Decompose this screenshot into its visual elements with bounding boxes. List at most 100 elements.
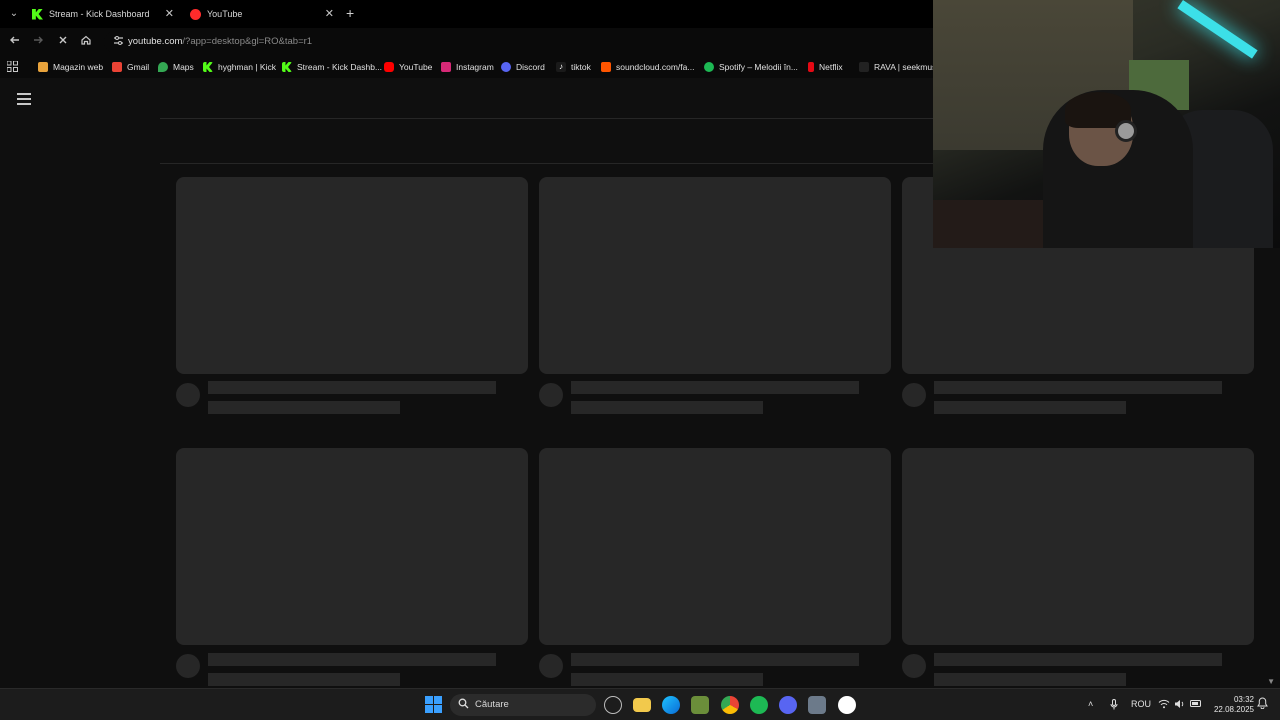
meta-line-skeleton [571,401,763,414]
bookmark-netflix[interactable]: Netflix [808,60,843,74]
windows-start-icon[interactable] [425,696,443,714]
avatar-skeleton [176,654,200,678]
video-thumbnail-skeleton[interactable] [539,177,891,374]
youtube-icon [384,62,394,72]
tab-youtube[interactable]: YouTube ✕ [184,3,338,25]
close-tab-icon[interactable]: ✕ [165,7,174,21]
bookmark-label: Gmail [127,62,150,72]
minecraft-icon[interactable] [691,696,709,714]
language-indicator[interactable]: ROU [1131,699,1151,709]
tab-kick-dashboard[interactable]: Stream - Kick Dashboard ✕ [26,3,178,25]
chrome-icon[interactable] [721,696,739,714]
kick-icon [32,8,43,20]
title-line-skeleton [208,381,496,394]
soundcloud-icon [601,62,611,72]
menu-hamburger-icon[interactable] [17,93,31,105]
notification-bell-icon[interactable] [1257,697,1268,711]
settings-gear-icon[interactable] [808,696,826,714]
netflix-icon [808,62,814,72]
bookmark-label: Netflix [819,62,843,72]
bookmark-kick-dashboard[interactable]: Stream - Kick Dashb... [282,60,382,74]
wifi-icon[interactable] [1158,699,1170,711]
meta-line-skeleton [934,401,1126,414]
rava-icon [859,62,869,72]
bookmark-label: Spotify – Melodii în... [719,62,798,72]
web-store-icon [38,62,48,72]
bookmark-spotify[interactable]: Spotify – Melodii în... [704,60,798,74]
screen: ⌄ Stream - Kick Dashboard ✕ YouTube ✕ + [0,0,1280,720]
bookmark-maps[interactable]: Maps [158,60,194,74]
system-clock[interactable]: 03:32 22.08.2025 [1206,695,1254,715]
gmail-icon [112,62,122,72]
bookmark-soundcloud[interactable]: soundcloud.com/fa... [601,60,694,74]
close-tab-icon[interactable]: ✕ [325,7,334,21]
site-settings-icon[interactable] [111,35,125,49]
app-w-icon[interactable] [838,696,856,714]
title-line-skeleton [208,653,496,666]
bookmark-label: Magazin web [53,62,104,72]
spotify-icon [704,62,714,72]
bookmark-hyghman-kick[interactable]: hyghman | Kick [203,60,276,74]
meta-line-skeleton [208,673,400,686]
title-line-skeleton [571,653,859,666]
volume-icon[interactable] [1174,699,1185,711]
avatar-skeleton [539,654,563,678]
microphone-icon[interactable] [1110,699,1118,712]
close-icon [59,36,67,44]
video-thumbnail-skeleton[interactable] [176,177,528,374]
bookmark-discord[interactable]: Discord [501,60,545,74]
meta-line-skeleton [571,673,763,686]
bookmark-label: Discord [516,62,545,72]
title-line-skeleton [571,381,859,394]
avatar-skeleton [902,654,926,678]
new-tab-button[interactable]: + [346,5,354,21]
edge-icon[interactable] [662,696,680,714]
bookmark-label: Instagram [456,62,494,72]
bookmark-label: soundcloud.com/fa... [616,62,695,72]
meta-line-skeleton [934,673,1126,686]
bookmark-tiktok[interactable]: ♪ tiktok [556,60,591,74]
video-thumbnail-skeleton[interactable] [902,448,1254,645]
home-button[interactable] [78,34,94,50]
kick-icon [203,62,213,72]
tray-overflow-chevron-icon[interactable]: ˄ [1088,699,1093,709]
scroll-down-arrow-icon[interactable]: ▼ [1267,677,1275,686]
video-thumbnail-skeleton[interactable] [176,448,528,645]
address-bar[interactable]: youtube.com/?app=desktop&gl=RO&tab=r1 [104,31,934,53]
bookmark-rava[interactable]: RAVA | seekmusic [859,60,943,74]
grid-icon [6,60,18,72]
discord-icon[interactable] [779,696,797,714]
bookmark-label: tiktok [571,62,591,72]
tiktok-icon: ♪ [556,62,566,72]
url-text: youtube.com/?app=desktop&gl=RO&tab=r1 [128,36,312,47]
spotify-icon[interactable] [750,696,768,714]
clock-date: 22.08.2025 [1213,705,1254,714]
bookmark-instagram[interactable]: Instagram [441,60,494,74]
tab-search-chevron-icon[interactable]: ⌄ [6,6,22,22]
taskbar-search[interactable]: Căutare [450,694,596,716]
url-host: youtube.com [128,36,183,47]
copilot-icon[interactable] [604,696,622,714]
home-icon [81,35,91,45]
forward-button[interactable] [30,34,46,50]
bookmark-magazin-web[interactable]: Magazin web [38,60,103,74]
title-line-skeleton [934,381,1222,394]
stop-loading-button[interactable] [55,34,71,50]
bookmark-gmail[interactable]: Gmail [112,60,149,74]
bookmark-label: Maps [173,62,194,72]
kick-icon [282,62,292,72]
bookmark-youtube[interactable]: YouTube [384,60,432,74]
tab-title: Stream - Kick Dashboard [49,9,150,19]
avatar-skeleton [539,383,563,407]
clock-time: 03:32 [1233,695,1254,704]
back-button[interactable] [7,34,23,50]
instagram-icon [441,62,451,72]
maps-icon [158,62,168,72]
video-thumbnail-skeleton[interactable] [539,448,891,645]
battery-icon[interactable] [1190,699,1202,710]
file-explorer-icon[interactable] [633,698,651,712]
arrow-left-icon [10,36,19,44]
bookmark-label: hyghman | Kick [218,62,276,72]
youtube-icon [190,8,201,20]
apps-grid-icon[interactable] [6,60,19,73]
